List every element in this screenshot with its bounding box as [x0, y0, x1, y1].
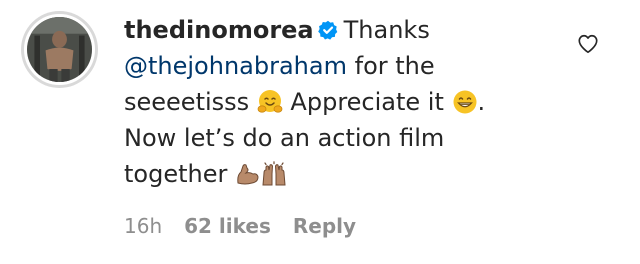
profile-photo — [27, 17, 92, 82]
likes-count-button[interactable]: 62 likes — [184, 214, 271, 238]
raising-hands-emoji — [261, 161, 287, 187]
avatar-ring[interactable] — [21, 11, 98, 88]
mention-link[interactable]: @thejohnabraham — [124, 52, 347, 80]
hugging-face-emoji — [257, 89, 283, 115]
grinning-face-emoji — [452, 89, 478, 115]
comment-username[interactable]: thedinomorea — [124, 16, 314, 44]
comment-meta: 16h 62 likes Reply — [124, 214, 356, 238]
avatar[interactable] — [24, 14, 95, 85]
comment-timestamp[interactable]: 16h — [124, 214, 162, 238]
comment-text-1: Thanks — [343, 16, 430, 44]
verified-badge-icon — [317, 20, 338, 40]
reply-button[interactable]: Reply — [293, 214, 356, 238]
comment-body: thedinomorea Thanks @thejohnabraham for t… — [124, 12, 524, 192]
heart-outline-icon[interactable] — [577, 33, 599, 55]
comment-text-3: Appreciate it — [282, 88, 452, 116]
flexed-biceps-emoji — [235, 161, 261, 187]
